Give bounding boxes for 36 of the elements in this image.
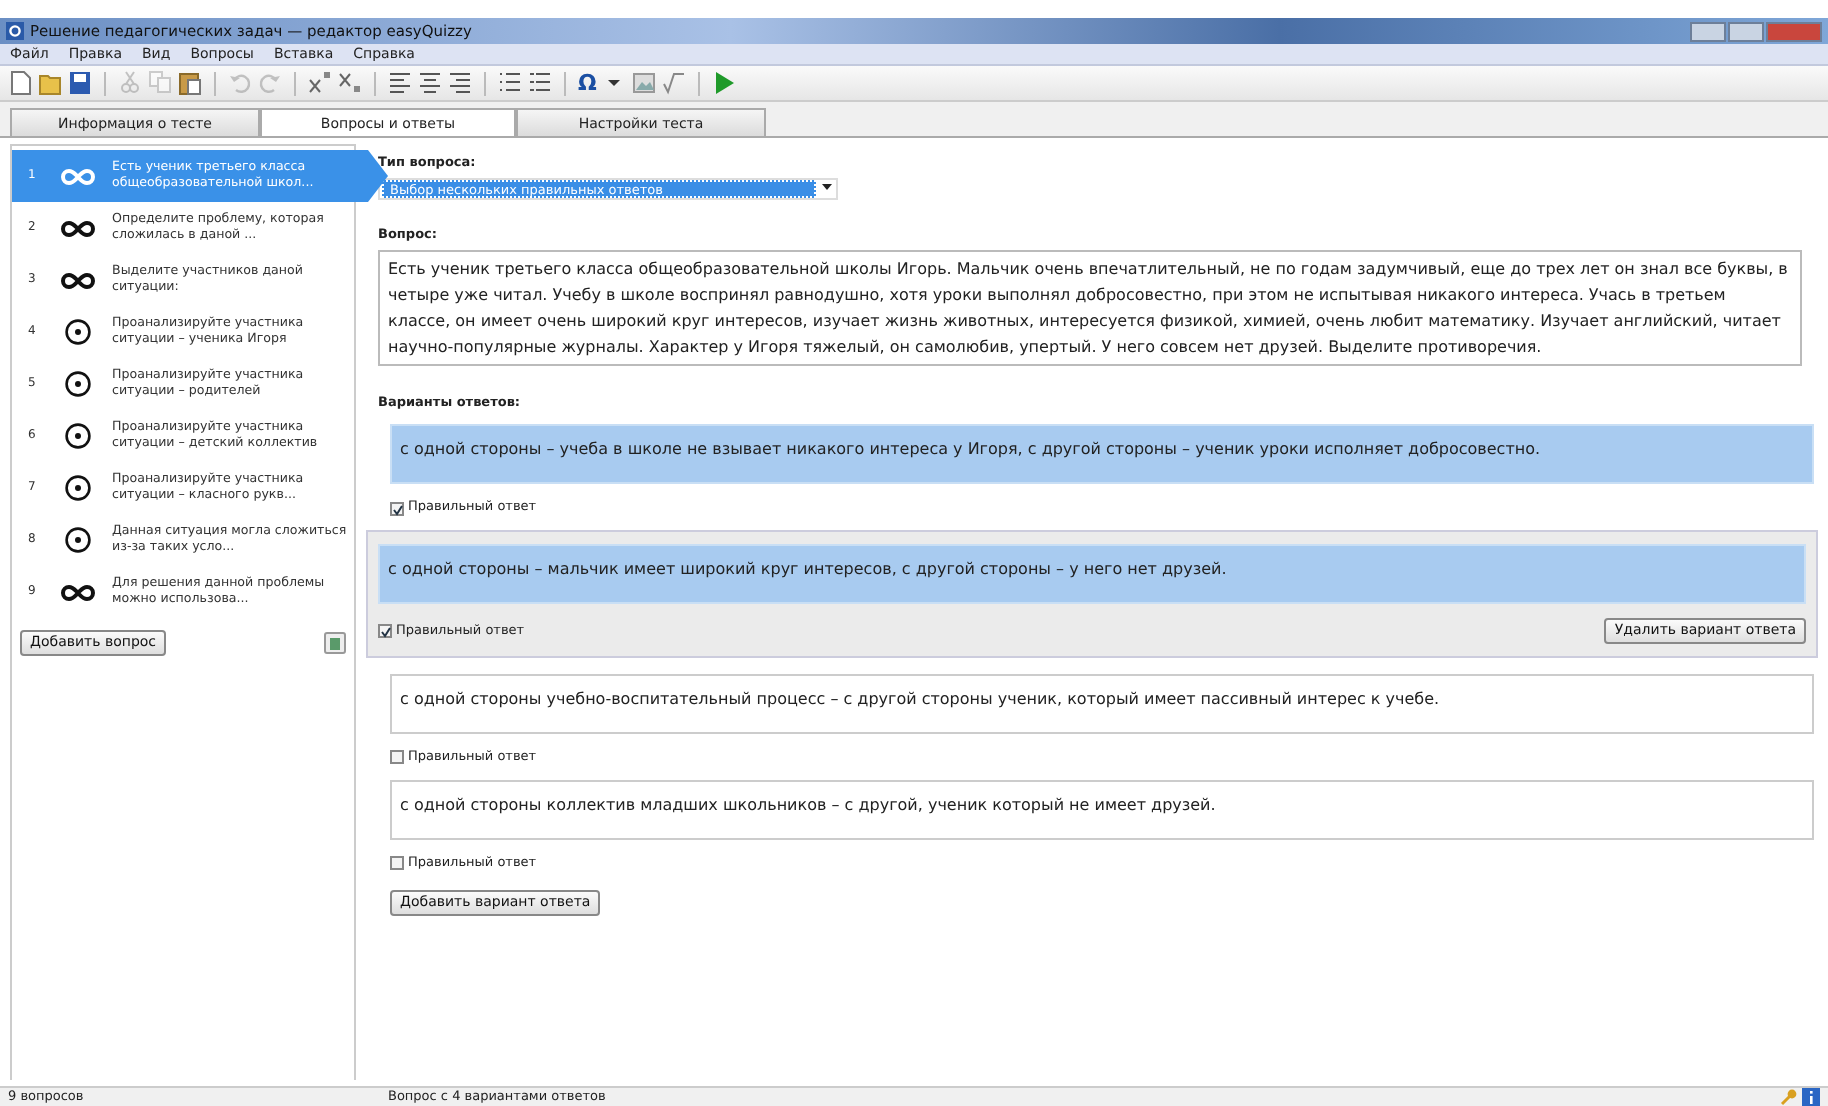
checkmark-icon	[392, 503, 404, 516]
new-file-icon[interactable]	[8, 70, 32, 96]
answer-text-field[interactable]: с одной стороны учебно-воспитательный процесс – с другой стороны ученик, который имеет пассивный интерес к учебе.	[390, 674, 1814, 735]
clipboard-icon[interactable]	[178, 70, 202, 96]
radio-target-icon	[64, 422, 92, 450]
align-left-icon[interactable]	[388, 70, 412, 96]
align-right-icon[interactable]	[448, 70, 472, 96]
omega-button[interactable]: Ω	[578, 72, 597, 94]
numbered-list-icon[interactable]	[498, 70, 522, 96]
align-center-icon[interactable]	[418, 70, 442, 96]
caret-icon	[818, 182, 836, 195]
checkmark-icon	[380, 626, 392, 639]
radio-target-icon	[64, 474, 92, 502]
infinity-icon	[60, 583, 96, 601]
radio-target-icon	[64, 526, 92, 554]
answer-text-field[interactable]: с одной стороны – мальчик имеет широкий круг интересов, с другой стороны – у него нет друзей.	[378, 544, 1806, 604]
close-button[interactable]	[1766, 21, 1822, 41]
minimize-button[interactable]	[1690, 21, 1726, 41]
play-icon[interactable]	[712, 70, 737, 96]
radio-target-icon	[64, 318, 92, 346]
infinity-icon	[60, 167, 96, 185]
maximize-button[interactable]	[1728, 21, 1764, 41]
answer-text-field[interactable]: с одной стороны – учеба в школе не взывает никакого интереса у Игоря, с другой стороны – ученик уроки исполняет добросовестно.	[390, 424, 1814, 485]
key-icon	[1780, 1088, 1798, 1106]
infinity-icon	[60, 271, 96, 289]
question-text-field[interactable]: Есть ученик третьего класса общеобразовательной школы Игорь. Мальчик очень впечатлительный, не по годам задумчивый, еще до трех лет он знал все буквы, в четыре уже читал. Учебу в школе воспринял равнодушно, хотя уроки выполнял добросовестно, при этом не испытывая никакого интереса. Учась в третьем классе, он имеет очень широкий круг интересов, изучает жизнь животных, интересуется физикой, химией, очень любит математику. Изучает английский, читает научно-популярные журналы. Характер у Игоря тяжелый, он самолюбив, упертый. У него совсем нет друзей. Выделите противоречия.	[378, 249, 1802, 365]
square-root-icon[interactable]	[662, 70, 687, 96]
superscript-icon[interactable]	[308, 70, 332, 96]
folder-icon[interactable]	[38, 70, 62, 96]
radio-target-icon	[64, 370, 92, 398]
infinity-icon	[60, 219, 96, 237]
subscript-icon[interactable]	[338, 70, 362, 96]
save-icon[interactable]	[68, 70, 92, 96]
app-icon	[6, 22, 24, 40]
answer-text-field[interactable]: с одной стороны коллектив младших школьников – с другой, ученик который не имеет друзей.	[390, 779, 1814, 840]
bullet-list-icon[interactable]	[528, 70, 552, 96]
